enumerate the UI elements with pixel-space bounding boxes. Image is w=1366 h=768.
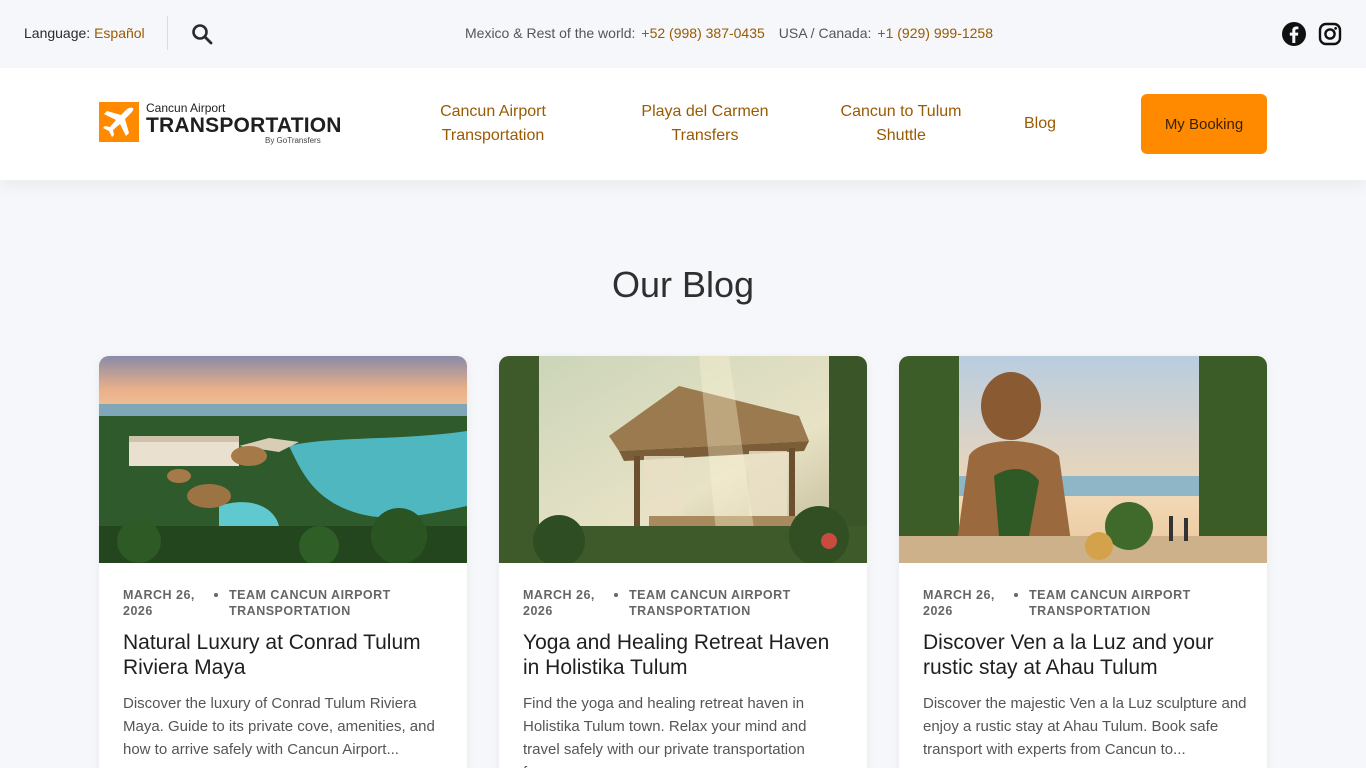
mexico-phone-link[interactable]: +52 (998) 387-0435 <box>641 25 764 41</box>
post-excerpt: Find the yoga and healing retreat haven … <box>523 695 807 768</box>
logo-by-text: By GoTransfers <box>265 136 321 145</box>
facebook-icon[interactable] <box>1281 21 1307 47</box>
nav-label-line2: Transportation <box>441 127 545 144</box>
usa-label: USA / Canada: <box>778 25 872 41</box>
search-icon[interactable] <box>190 22 214 46</box>
nav-label-line1: Playa del Carmen <box>641 103 769 120</box>
meta-separator <box>1014 593 1018 597</box>
mexico-label: Mexico & Rest of the world: <box>465 25 636 41</box>
blog-section-title: Our Blog <box>611 264 755 305</box>
main-header: Cancun Airport TRANSPORTATION By GoTrans… <box>0 68 1366 180</box>
post-date: MARCH 26, 2026 <box>123 588 195 618</box>
post-excerpt: Discover the majestic Ven a la Luz sculp… <box>923 695 1247 758</box>
blog-card[interactable]: MARCH 26, 2026 TEAM CANCUN AIRPORT TRANS… <box>899 356 1267 768</box>
post-date: MARCH 26, 2026 <box>923 588 995 618</box>
meta-separator <box>214 593 218 597</box>
blog-card[interactable]: MARCH 26, 2026 TEAM CANCUN AIRPORT TRANS… <box>499 356 867 768</box>
blog-card-image[interactable] <box>899 356 1267 563</box>
site-logo[interactable]: Cancun Airport TRANSPORTATION By GoTrans… <box>99 100 342 148</box>
my-booking-button[interactable]: My Booking <box>1141 94 1267 154</box>
post-excerpt: Discover the luxury of Conrad Tulum Rivi… <box>123 695 435 758</box>
nav-blog[interactable]: Blog <box>1010 112 1070 136</box>
instagram-icon[interactable] <box>1317 21 1343 47</box>
blog-card-image[interactable] <box>99 356 467 563</box>
divider <box>167 16 168 50</box>
post-title[interactable]: Yoga and Healing Retreat Haven in Holist… <box>523 630 847 680</box>
usa-phone-link[interactable]: +1 (929) 999-1258 <box>877 25 993 41</box>
blog-card[interactable]: MARCH 26, 2026 TEAM CANCUN AIRPORT TRANS… <box>99 356 467 768</box>
nav-cancun-to-tulum-shuttle[interactable]: Cancun to Tulum Shuttle <box>826 100 976 148</box>
nav-label-line1: Blog <box>1023 115 1057 132</box>
post-date: MARCH 26, 2026 <box>523 588 595 618</box>
language-switcher[interactable]: Language: Español <box>24 25 145 41</box>
logo-main-text: TRANSPORTATION <box>146 114 342 137</box>
post-author: TEAM CANCUN AIRPORT TRANSPORTATION <box>229 588 391 618</box>
post-title[interactable]: Discover Ven a la Luz and your rustic st… <box>923 630 1247 680</box>
contact-phones: Mexico & Rest of the world: +52 (998) 387… <box>465 25 993 41</box>
meta-separator <box>614 593 618 597</box>
blog-card-image[interactable] <box>499 356 867 563</box>
nav-cancun-airport-transportation[interactable]: Cancun Airport Transportation <box>418 100 568 148</box>
plane-logo-icon <box>99 102 139 142</box>
nav-label-line2: Transfers <box>671 127 739 144</box>
nav-label-line2: Shuttle <box>876 127 926 144</box>
nav-label-line1: Cancun Airport <box>440 103 546 120</box>
language-value[interactable]: Español <box>94 25 145 41</box>
post-title[interactable]: Natural Luxury at Conrad Tulum Riviera M… <box>123 630 447 680</box>
nav-label-line1: Cancun to Tulum <box>840 103 962 120</box>
post-author: TEAM CANCUN AIRPORT TRANSPORTATION <box>1029 588 1191 618</box>
language-label: Language: <box>24 25 91 41</box>
post-author: TEAM CANCUN AIRPORT TRANSPORTATION <box>629 588 791 618</box>
logo-small-text: Cancun Airport <box>146 101 226 115</box>
top-bar: Language: Español Mexico & Rest of the w… <box>0 0 1366 68</box>
nav-playa-del-carmen-transfers[interactable]: Playa del Carmen Transfers <box>625 100 785 148</box>
